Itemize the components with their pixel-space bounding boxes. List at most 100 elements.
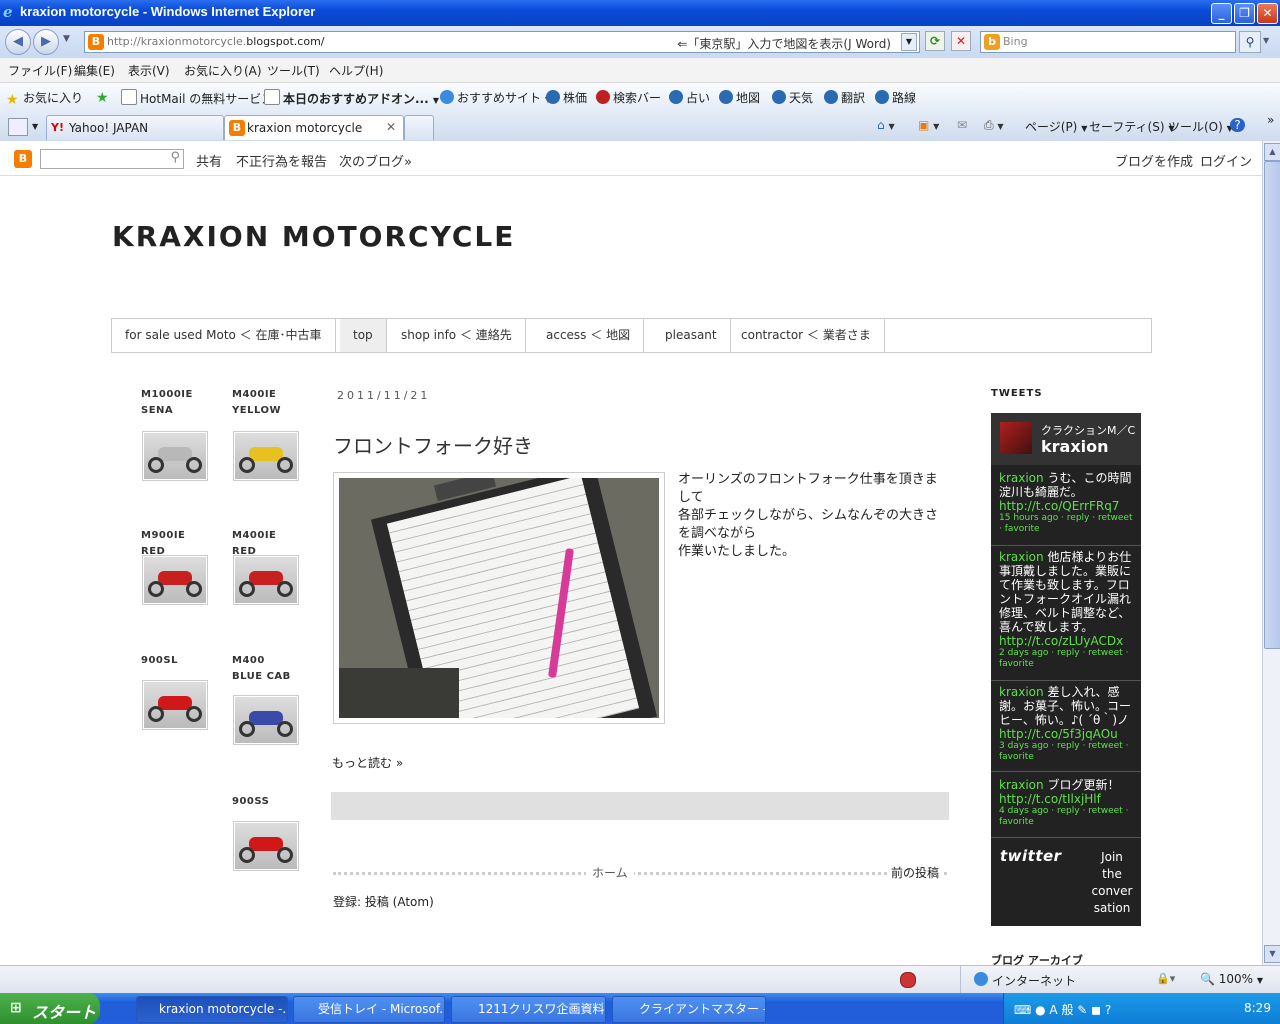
- home-icon[interactable]: ⌂ ▼: [877, 118, 895, 132]
- scroll-thumb[interactable]: [1264, 161, 1280, 649]
- page-tab-contractor[interactable]: contractor ＜ 業者さま: [728, 319, 885, 352]
- task-client-master[interactable]: クライアントマスター - ...: [612, 996, 766, 1023]
- tweet-user[interactable]: kraxion: [999, 778, 1044, 792]
- stop-icon[interactable]: ✕: [951, 31, 971, 51]
- share-link[interactable]: 共有: [196, 151, 222, 170]
- tweet-meta[interactable]: 3 days ago · reply · retweet · favorite: [999, 741, 1133, 763]
- task-folder[interactable]: 1211クリスワ企画資料...: [451, 996, 606, 1023]
- search-options-icon[interactable]: ▼: [1263, 36, 1269, 45]
- moto-thumbnail[interactable]: [142, 431, 208, 481]
- search-field[interactable]: b Bing: [980, 31, 1236, 53]
- fav-addons[interactable]: 本日のおすすめアドオン... ▼: [264, 89, 439, 107]
- join-conversation-link[interactable]: Join the conver sation: [1090, 849, 1134, 917]
- page-tab-top[interactable]: top: [340, 319, 387, 352]
- fav-stocks[interactable]: 株価: [546, 89, 587, 106]
- twitter-handle[interactable]: kraxion: [1041, 437, 1109, 456]
- quick-tabs-icon[interactable]: [8, 118, 28, 136]
- task-outlook[interactable]: 受信トレイ - Microsof...: [293, 996, 445, 1023]
- back-button[interactable]: ◀: [5, 29, 31, 55]
- vertical-scrollbar[interactable]: ▲ ▼: [1262, 141, 1280, 965]
- next-blog-link[interactable]: 次のブログ»: [339, 151, 412, 170]
- fav-route[interactable]: 路線: [875, 89, 916, 106]
- search-icon[interactable]: ⚲: [170, 150, 180, 165]
- fav-weather[interactable]: 天気: [772, 89, 813, 106]
- blogger-logo-icon[interactable]: B: [14, 150, 32, 168]
- tab-list-icon[interactable]: ▼: [32, 122, 38, 131]
- tweet-meta[interactable]: 15 hours ago · reply · retweet · favorit…: [999, 513, 1133, 535]
- menu-favorites[interactable]: お気に入り(A): [184, 62, 262, 79]
- avatar[interactable]: [1000, 422, 1032, 454]
- tweet-user[interactable]: kraxion: [999, 685, 1044, 699]
- security-icon[interactable]: 🔒▾: [1156, 972, 1175, 985]
- menu-file[interactable]: ファイル(F): [8, 62, 72, 79]
- maximize-button[interactable]: ❐: [1234, 3, 1255, 24]
- tray-icons[interactable]: ⌨ ● A 般 ✎ ◼ ?: [1014, 1001, 1111, 1018]
- fav-map[interactable]: 地図: [719, 89, 760, 106]
- moto-item[interactable]: M1000IE SENA: [141, 387, 211, 481]
- task-ie[interactable]: kraxion motorcycle -...: [136, 996, 288, 1023]
- moto-item[interactable]: M900IE RED: [141, 528, 211, 605]
- create-blog-link[interactable]: ブログを作成: [1115, 151, 1193, 170]
- older-post-link[interactable]: 前の投稿: [887, 864, 944, 881]
- print-icon[interactable]: ⎙ ▼: [984, 118, 1004, 133]
- home-link[interactable]: ホーム: [586, 864, 634, 881]
- tweet-link[interactable]: http://t.co/5f3jqAOu: [999, 727, 1133, 741]
- login-link[interactable]: ログイン: [1200, 151, 1252, 170]
- tweet-user[interactable]: kraxion: [999, 471, 1044, 485]
- new-tab-button[interactable]: [404, 115, 434, 140]
- more-commands-icon[interactable]: »: [1267, 113, 1274, 127]
- page-menu[interactable]: ページ(P) ▼: [1025, 118, 1087, 135]
- refresh-icon[interactable]: ⟳: [925, 31, 945, 51]
- moto-thumbnail[interactable]: [233, 695, 299, 745]
- moto-item[interactable]: M400 BLUE CAB: [232, 653, 302, 745]
- help-icon[interactable]: ?: [1230, 118, 1245, 132]
- fav-hotmail[interactable]: HotMail の無料サービス: [121, 89, 273, 107]
- scroll-up-icon[interactable]: ▲: [1264, 143, 1280, 161]
- fav-searchbar[interactable]: 検索バー: [596, 89, 661, 106]
- moto-thumbnail[interactable]: [142, 555, 208, 605]
- menu-view[interactable]: 表示(V): [128, 62, 170, 79]
- atom-feed-link[interactable]: 投稿 (Atom): [365, 895, 434, 909]
- report-abuse-link[interactable]: 不正行為を報告: [236, 151, 327, 170]
- moto-item[interactable]: M400IE YELLOW: [232, 387, 302, 481]
- moto-item[interactable]: 900SL: [141, 653, 211, 730]
- blog-title[interactable]: KRAXION MOTORCYCLE: [112, 220, 515, 253]
- minimize-button[interactable]: _: [1211, 3, 1232, 24]
- moto-item[interactable]: M400IE RED: [232, 528, 302, 605]
- tab-kraxion[interactable]: B kraxion motorcycle ✕: [224, 115, 404, 140]
- tweet-link[interactable]: http://t.co/zLUyACDx: [999, 634, 1133, 648]
- protected-mode-icon[interactable]: [900, 972, 916, 988]
- page-tab-shop-info[interactable]: shop info ＜ 連絡先: [388, 319, 526, 352]
- tab-yahoo[interactable]: Y! Yahoo! JAPAN: [46, 115, 224, 140]
- address-field[interactable]: B http://kraxionmotorcycle.blogspot.com/…: [84, 31, 920, 53]
- tweet-link[interactable]: http://t.co/QErrFRq7: [999, 499, 1133, 513]
- page-tab-for-sale[interactable]: for sale used Moto ＜ 在庫･中古車: [112, 319, 336, 352]
- history-dropdown-icon[interactable]: ▼: [63, 34, 70, 44]
- blog-search-input[interactable]: ⚲: [40, 149, 184, 169]
- feeds-icon[interactable]: ▣ ▼: [918, 118, 939, 132]
- moto-thumbnail[interactable]: [233, 431, 299, 481]
- menu-tools[interactable]: ツール(T): [267, 62, 320, 79]
- add-favorite-icon[interactable]: ★: [96, 89, 113, 105]
- safety-menu[interactable]: セーフティ(S) ▼: [1089, 118, 1175, 135]
- moto-thumbnail[interactable]: [233, 555, 299, 605]
- menu-edit[interactable]: 編集(E): [74, 62, 115, 79]
- mail-icon[interactable]: ✉: [957, 118, 967, 132]
- close-tab-icon[interactable]: ✕: [386, 120, 396, 134]
- menu-help[interactable]: ヘルプ(H): [329, 62, 383, 79]
- fav-recommended[interactable]: おすすめサイト ▼: [440, 89, 551, 106]
- moto-thumbnail[interactable]: [142, 680, 208, 730]
- moto-item[interactable]: 900SS: [232, 794, 302, 871]
- close-button[interactable]: ✕: [1257, 3, 1278, 24]
- search-icon[interactable]: ⚲: [1239, 31, 1261, 53]
- page-tab-pleasant[interactable]: pleasant: [652, 319, 731, 352]
- fav-fortune[interactable]: 占い: [669, 89, 710, 106]
- tweet-meta[interactable]: 2 days ago · reply · retweet · favorite: [999, 648, 1133, 670]
- tweet-user[interactable]: kraxion: [999, 550, 1044, 564]
- moto-thumbnail[interactable]: [233, 821, 299, 871]
- tools-menu[interactable]: ツール(O) ▼: [1168, 118, 1233, 135]
- twitter-logo[interactable]: twitter: [1000, 847, 1062, 865]
- page-tab-access[interactable]: access ＜ 地図: [533, 319, 645, 352]
- zoom-level[interactable]: 🔍 100% ▼: [1200, 972, 1263, 986]
- read-more-link[interactable]: もっと読む »: [332, 754, 403, 771]
